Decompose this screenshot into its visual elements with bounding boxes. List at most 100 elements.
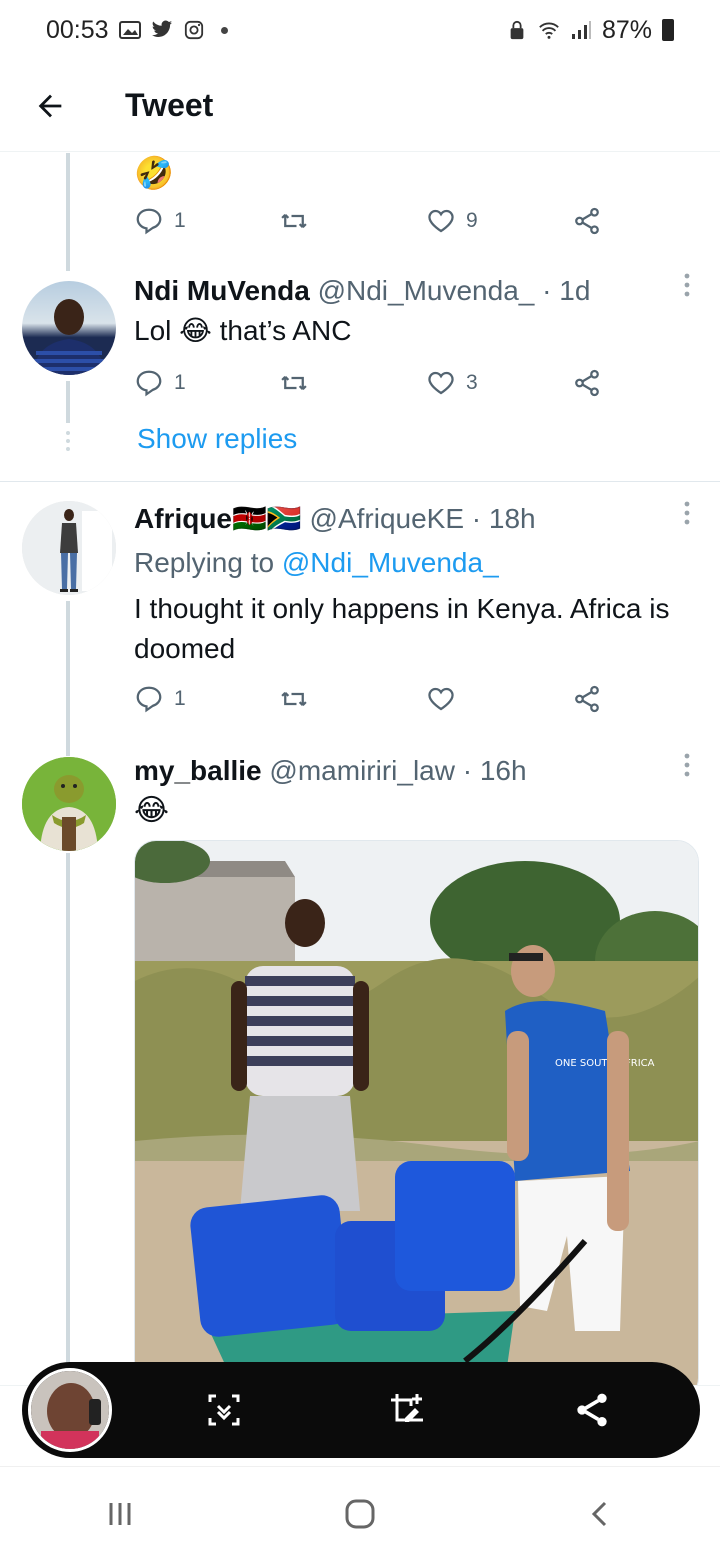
tweet-time: · 18h: [471, 503, 536, 534]
screenshot-thumbnail[interactable]: [28, 1368, 112, 1452]
tweet-thread[interactable]: 🤣 1 9 Ndi MuVenda @Ndi_Muvenda_ · 1d Lol…: [0, 153, 720, 1385]
back-button[interactable]: [0, 60, 100, 152]
tweet[interactable]: my_ballie @mamiriri_law · 16h 😂 ONE SOUT…: [0, 753, 720, 1385]
gallery-icon: [118, 21, 141, 39]
like-count: 9: [466, 209, 478, 232]
shirt-text: ONE SOUTH AFRICA: [555, 1058, 655, 1069]
wifi-icon: [539, 22, 559, 39]
avatar[interactable]: [22, 501, 116, 595]
emoji: 😂: [179, 315, 212, 346]
retweet-button[interactable]: [279, 206, 309, 236]
system-navigation-bar: [0, 1466, 720, 1560]
signal-icon: [571, 21, 591, 39]
more-icon: [684, 501, 690, 525]
author-handle[interactable]: @AfriqueKE: [310, 503, 465, 534]
retweet-icon: [281, 375, 307, 391]
reply-button[interactable]: 1: [134, 206, 186, 236]
author-handle[interactable]: @Ndi_Muvenda_: [318, 275, 535, 306]
share-icon: [575, 207, 599, 235]
tweet-text-part: Lol: [134, 315, 180, 346]
like-button[interactable]: [426, 684, 456, 714]
replying-to: Replying to @Ndi_Muvenda_: [134, 543, 700, 583]
twitter-bird-icon: [151, 20, 172, 37]
scroll-capture-button[interactable]: [204, 1390, 244, 1430]
avatar[interactable]: [22, 281, 116, 375]
like-icon: [428, 209, 454, 233]
replying-to-handle[interactable]: @Ndi_Muvenda_: [282, 547, 499, 578]
tweet[interactable]: Afrique🇰🇪🇿🇦 @AfriqueKE · 18h Replying to…: [0, 501, 720, 741]
app-header: Tweet: [0, 60, 720, 152]
home-icon: [345, 1499, 375, 1528]
author-name[interactable]: my_ballie: [134, 755, 262, 786]
page-title: Tweet: [125, 87, 214, 123]
share-screenshot-button[interactable]: [572, 1390, 612, 1430]
author-handle[interactable]: @mamiriri_law: [269, 755, 455, 786]
tweet-partial[interactable]: 🤣 1 9: [0, 153, 720, 263]
photo: ONE SOUTH AFRICA: [135, 841, 698, 1385]
thumbnail-image: [31, 1371, 109, 1449]
share-icon: [575, 685, 599, 713]
flag-emoji: 🇰🇪🇿🇦: [232, 503, 302, 534]
share-icon: [575, 369, 599, 397]
retweet-button[interactable]: [279, 684, 309, 714]
reply-icon: [136, 686, 162, 713]
reply-button[interactable]: 1: [134, 368, 186, 398]
recent-apps-icon: [109, 1502, 131, 1525]
show-replies-link[interactable]: Show replies: [137, 423, 297, 455]
screenshot-toolbar: [22, 1362, 700, 1458]
battery-percent: 87%: [601, 15, 652, 44]
author-name[interactable]: Afrique: [134, 503, 232, 534]
tweet-text: I thought it only happens in Kenya. Afri…: [134, 593, 670, 664]
crop-edit-icon: [391, 1394, 423, 1422]
more-options-button[interactable]: [684, 273, 690, 303]
more-options-button[interactable]: [684, 753, 690, 783]
tweet-text-part: that’s ANC: [211, 315, 352, 346]
more-options-button[interactable]: [684, 501, 690, 531]
share-button[interactable]: [572, 206, 602, 236]
replying-to-label: Replying to: [134, 547, 282, 578]
divider: [0, 481, 720, 482]
home-button[interactable]: [330, 1484, 390, 1544]
avatar-image: [22, 757, 116, 851]
status-bar: 00:53 87%: [0, 0, 720, 60]
share-button[interactable]: [572, 684, 602, 714]
retweet-icon: [281, 213, 307, 229]
tweet-text: 😂: [134, 794, 170, 827]
tweet-actions: 1 3: [134, 368, 604, 404]
like-button[interactable]: 3: [426, 368, 478, 398]
status-time: 00:53: [46, 15, 109, 44]
scroll-capture-icon: [208, 1394, 240, 1426]
recent-apps-button[interactable]: [90, 1484, 150, 1544]
avatar[interactable]: [22, 757, 116, 851]
back-icon: [591, 1501, 607, 1526]
reply-button[interactable]: 1: [134, 684, 186, 714]
instagram-icon: [184, 20, 203, 40]
reply-count: 1: [174, 687, 186, 710]
tweet-text: 🤣: [134, 155, 174, 191]
reply-icon: [136, 370, 162, 397]
more-icon: [684, 753, 690, 777]
retweet-icon: [281, 691, 307, 707]
like-button[interactable]: 9: [426, 206, 478, 236]
crop-edit-button[interactable]: [387, 1390, 427, 1430]
tweet-time: · 1d: [542, 275, 591, 306]
share-icon: [577, 1393, 607, 1427]
back-nav-button[interactable]: [570, 1484, 630, 1544]
tweet-media-image[interactable]: ONE SOUTH AFRICA: [134, 840, 699, 1385]
reply-count: 1: [174, 371, 186, 394]
reply-icon: [136, 208, 162, 235]
battery-icon: [662, 19, 674, 41]
thread-gap-dots: [66, 431, 70, 455]
avatar-image: [32, 299, 106, 375]
like-icon: [428, 687, 454, 711]
share-button[interactable]: [572, 368, 602, 398]
avatar-image: [22, 501, 116, 595]
reply-count: 1: [174, 209, 186, 232]
tweet-actions: 1 9: [134, 206, 604, 242]
lock-icon: [510, 20, 524, 40]
more-icon: [684, 273, 690, 297]
tweet-actions: 1: [134, 684, 604, 720]
author-name[interactable]: Ndi MuVenda: [134, 275, 310, 306]
retweet-button[interactable]: [279, 368, 309, 398]
tweet[interactable]: Ndi MuVenda @Ndi_Muvenda_ · 1d Lol 😂 tha…: [0, 273, 720, 483]
